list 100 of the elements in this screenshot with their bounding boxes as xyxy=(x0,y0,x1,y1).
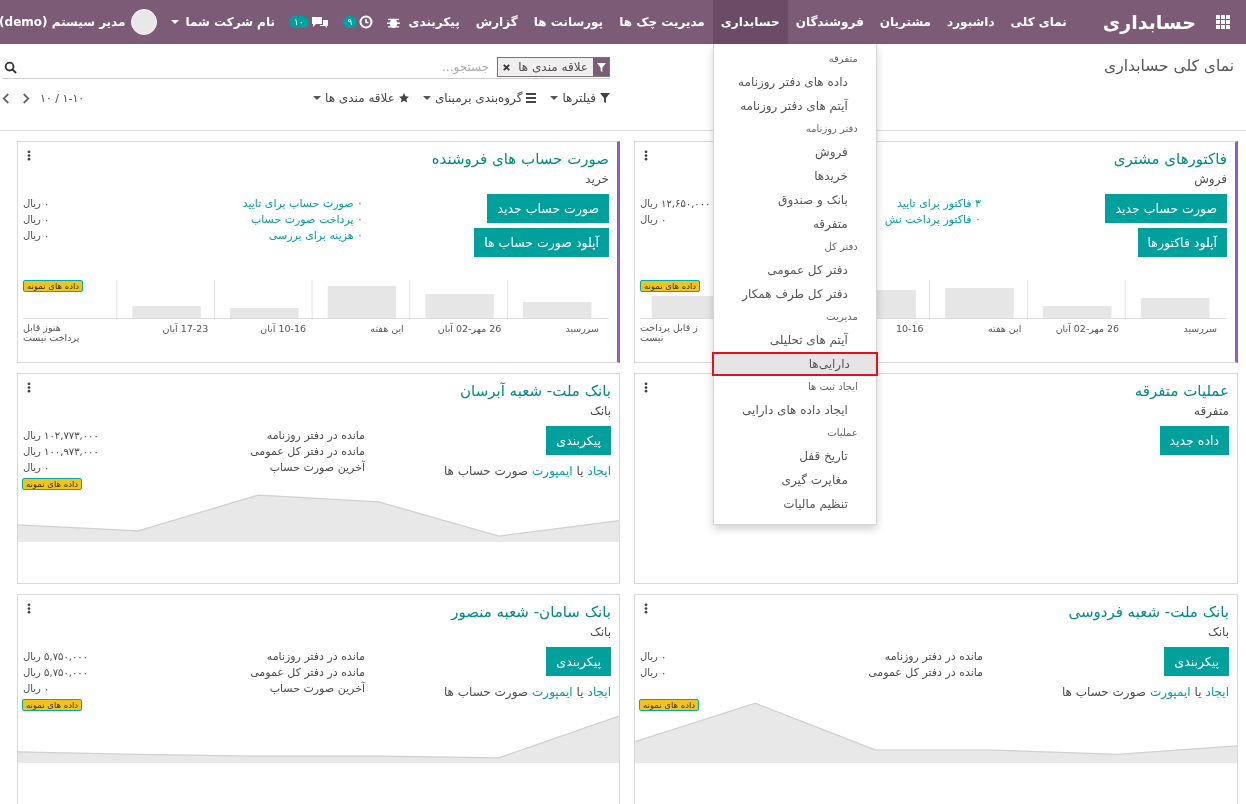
card-subtitle: بانک xyxy=(588,404,611,418)
card-title[interactable]: بانک ملت- شعبه آبرسان xyxy=(460,382,611,400)
action-link[interactable]: ایمپورت xyxy=(532,685,573,699)
menu-item[interactable]: دفتر کل طرف همکار xyxy=(713,282,876,306)
favorites-dropdown[interactable]: علاقه مندی ها xyxy=(313,91,409,105)
card-action-button[interactable]: پیکربندی xyxy=(546,426,611,455)
card-action-button[interactable]: پیکربندی xyxy=(546,647,611,676)
remove-icon[interactable] xyxy=(502,62,512,72)
message-count-badge: ۱۰ xyxy=(288,16,309,28)
more-options-icon[interactable] xyxy=(27,603,31,614)
menu-item[interactable]: آیتم های تحلیلی xyxy=(713,328,876,352)
avatar xyxy=(131,9,158,35)
stat-label: آخرین صورت حساب xyxy=(269,682,365,695)
line-text: یا xyxy=(1194,685,1202,699)
stat-amount: ۵,۷۵۰,۰۰۰ ریال xyxy=(23,667,89,678)
action-link[interactable]: ایمپورت xyxy=(1150,685,1191,699)
more-options-icon[interactable] xyxy=(644,603,648,614)
filter-icon xyxy=(596,62,606,72)
nav-menu-item[interactable]: فروشندگان xyxy=(787,0,872,44)
pager-value: ۱-۱۰ / ۱۰ xyxy=(40,91,85,105)
card-action-button[interactable]: صورت حساب جدید xyxy=(1105,194,1227,223)
group-by-dropdown[interactable]: گروه‌بندی برمبنای xyxy=(422,91,537,105)
stat-amount: ۰ ریال xyxy=(23,683,50,694)
card-subtitle: بانک xyxy=(1206,625,1229,639)
action-link[interactable]: ایمپورت xyxy=(532,464,573,478)
card-action-button[interactable]: آپلود فاکتورها xyxy=(1137,228,1227,257)
nav-menu-item[interactable]: پورسانت ها xyxy=(525,0,612,44)
nav-menu-item[interactable]: حسابداری xyxy=(712,0,788,44)
stat-amount: ۰ ریال xyxy=(640,667,667,678)
stat-amount: ۰ ریال xyxy=(23,198,50,209)
more-options-icon[interactable] xyxy=(27,150,31,161)
stat-amount: ۱۲,۶۵۰,۰۰۰ ریال xyxy=(640,198,711,209)
menu-item[interactable]: ایجاد داده های دارایی xyxy=(713,398,876,422)
more-options-icon[interactable] xyxy=(27,382,31,393)
menu-item[interactable]: تاریخ قفل xyxy=(713,444,876,468)
stat-amount: ۱۰۲,۷۷۳,۰۰۰ ریال xyxy=(23,430,99,441)
menu-item[interactable]: دارایی‌ها xyxy=(711,352,878,376)
stat-link[interactable]: ۰ پرداخت صورت حساب xyxy=(250,213,363,226)
clock-icon[interactable] xyxy=(359,15,374,29)
card-action-button[interactable]: آپلود صورت حساب ها xyxy=(474,228,609,257)
menu-item[interactable]: متفرقه xyxy=(713,212,876,236)
axis-label: هنوز قابل پرداخت نیست xyxy=(23,323,81,344)
card-action-button[interactable]: داده جدید xyxy=(1159,426,1229,455)
action-link[interactable]: ایجاد xyxy=(587,685,611,699)
axis-label: سررسید xyxy=(1183,323,1217,334)
activity-count-badge: ۹ xyxy=(342,16,358,28)
nav-menu-item[interactable]: گزارش xyxy=(467,0,526,44)
card-title[interactable]: عملیات متفرقه xyxy=(1134,382,1229,400)
stat-amount: ۵,۷۵۰,۰۰۰ ریال xyxy=(23,651,89,662)
company-switcher[interactable]: نام شرکت شما xyxy=(171,15,275,29)
nav-menu-item[interactable]: پیکربندی xyxy=(400,0,468,44)
nav-menu-item[interactable]: مدیریت چک ها xyxy=(611,0,713,44)
filter-icon xyxy=(600,93,610,103)
search-icon[interactable] xyxy=(4,60,17,74)
filters-dropdown[interactable]: فیلترها xyxy=(550,91,610,105)
menu-item[interactable]: دفتر کل عمومی xyxy=(713,258,876,282)
card-title[interactable]: بانک ملت- شعبه فردوسی xyxy=(1068,603,1229,621)
stat-link[interactable]: ۳ فاکتور برای تایید xyxy=(897,197,981,210)
axis-label: این هفته xyxy=(370,323,404,334)
nav-menu-item[interactable]: نمای کلی xyxy=(1002,0,1075,44)
more-options-icon[interactable] xyxy=(644,150,648,161)
card-title[interactable]: بانک سامان- شعبه منصور xyxy=(451,603,611,621)
menu-item[interactable]: آیتم های دفتر روزنامه xyxy=(713,94,876,118)
menu-item[interactable]: داده های دفتر روزنامه xyxy=(713,70,876,94)
menu-item[interactable]: مغایرت گیری xyxy=(713,468,876,492)
menu-section-header: متفرقه xyxy=(827,52,859,66)
menu-item[interactable]: تنظیم مالیات xyxy=(713,492,876,516)
menu-section-header: ایجاد ثبت ها xyxy=(807,380,859,394)
menu-item[interactable]: خریدها xyxy=(713,164,876,188)
stat-label: مانده در دفتر کل عمومی xyxy=(250,445,365,458)
menu-item[interactable]: فروش xyxy=(713,140,876,164)
stat-link[interactable]: ۰ هزینه برای بررسی xyxy=(268,229,363,242)
search-input[interactable]: جستجو... xyxy=(17,59,492,75)
stat-link[interactable]: ۰ فاکتور پرداخت نش xyxy=(884,213,981,226)
card-action-button[interactable]: پیکربندی xyxy=(1164,647,1229,676)
line-text: یا xyxy=(576,685,584,699)
line-text: یا xyxy=(576,464,584,478)
card-title[interactable]: صورت حساب های فروشنده xyxy=(431,150,609,168)
axis-label: این هفته xyxy=(988,323,1022,334)
action-link[interactable]: ایجاد xyxy=(1205,685,1229,699)
previous-page-icon[interactable] xyxy=(21,91,30,105)
card-title[interactable]: فاکتورهای مشتری xyxy=(1113,150,1227,168)
stat-label: مانده در دفتر کل عمومی xyxy=(868,666,983,679)
menu-section-header: عملیات xyxy=(826,426,859,440)
user-menu[interactable]: مدیر سیستم (demo) xyxy=(0,15,126,29)
stat-amount: ۰ ریال xyxy=(640,651,667,662)
chat-icon[interactable] xyxy=(310,15,329,29)
menu-item[interactable]: بانک و صندوق xyxy=(713,188,876,212)
nav-menu-item[interactable]: مشتریان xyxy=(871,0,940,44)
next-page-icon[interactable] xyxy=(2,91,11,105)
line-text: صورت حساب ها xyxy=(443,685,529,699)
more-options-icon[interactable] xyxy=(644,382,648,393)
nav-menu-item[interactable]: داشبورد xyxy=(939,0,1003,44)
card-action-button[interactable]: صورت حساب جدید xyxy=(487,194,609,223)
page-title: نمای کلی حسابداری xyxy=(1104,57,1234,75)
stat-link[interactable]: ۰ صورت حساب برای تایید xyxy=(242,197,363,210)
axis-label: سررسید xyxy=(565,323,599,334)
action-link[interactable]: ایجاد xyxy=(587,464,611,478)
apps-menu-icon[interactable] xyxy=(1216,15,1230,29)
list-icon xyxy=(526,93,537,103)
